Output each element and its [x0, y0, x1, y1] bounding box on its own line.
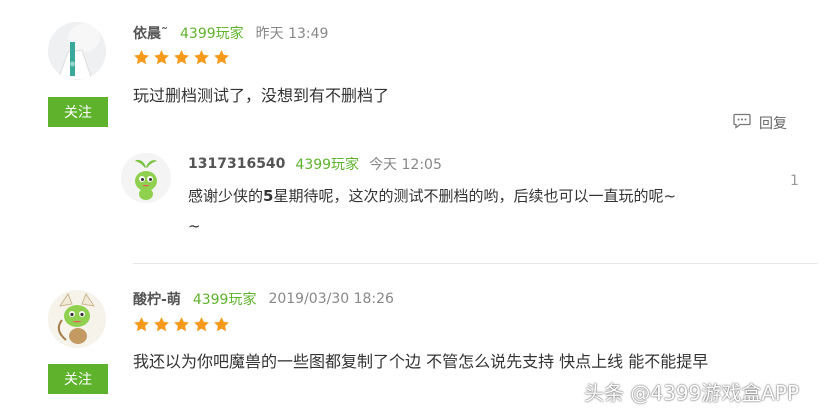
reply-avatar[interactable]: [121, 153, 171, 203]
star-icon: [193, 316, 210, 333]
user-badge: 4399玩家: [192, 292, 257, 308]
reply-text: 感谢少侠的5星期待呢，这次的测试不删档的哟，后续也可以一直玩的呢~ ~: [188, 181, 768, 241]
star-icon: [153, 316, 170, 333]
reply-count: 1: [790, 173, 799, 189]
green-sprout-mascot-icon: [121, 153, 171, 203]
comment-bubble-icon: [733, 113, 751, 133]
star-rating: [133, 49, 230, 66]
star-rating: [133, 316, 230, 333]
user-avatar[interactable]: [48, 22, 106, 80]
reply-text-line2: ~: [188, 217, 201, 235]
star-icon: [133, 316, 150, 333]
comment-time: 昨天 13:49: [255, 26, 329, 42]
user-badge: 4399玩家: [180, 26, 244, 42]
reply-username[interactable]: 1317316540: [188, 156, 285, 172]
star-icon: [173, 316, 190, 333]
mascot-archer-avatar-icon: [48, 290, 106, 348]
star-icon: [213, 49, 230, 66]
comment-time: 2019/03/30 18:26: [268, 291, 394, 307]
follow-button[interactable]: 关注: [48, 97, 108, 127]
user-avatar[interactable]: [48, 290, 106, 348]
star-icon: [153, 49, 170, 66]
reply-button[interactable]: 回复: [733, 113, 787, 133]
comment-username[interactable]: 依晨˜: [133, 23, 168, 43]
follow-button[interactable]: 关注: [48, 364, 108, 394]
reply-text-part: 感谢少侠的: [188, 187, 264, 205]
star-icon: [193, 49, 210, 66]
comment-text: 我还以为你吧魔兽的一些图都复制了个边 不管怎么说先支持 快点上线 能不能提早: [133, 352, 709, 371]
comment-text: 玩过删档测试了，没想到有不删档了: [133, 86, 390, 105]
reply-text-part: 星期待呢，这次的测试不删档的哟，后续也可以一直玩的呢~: [273, 187, 677, 205]
star-icon: [173, 49, 190, 66]
star-icon: [133, 49, 150, 66]
girl-avatar-icon: [48, 22, 106, 80]
reply-time: 今天 12:05: [369, 157, 442, 173]
star-icon: [213, 316, 230, 333]
reply-text-bold: 5: [263, 187, 274, 205]
divider: [133, 263, 818, 264]
reply-label: 回复: [759, 116, 787, 132]
watermark: 头条 @4399游戏盒APP: [584, 381, 800, 405]
reply-user-badge: 4399玩家: [295, 157, 360, 173]
comment-username[interactable]: 酸柠-萌: [133, 289, 181, 309]
